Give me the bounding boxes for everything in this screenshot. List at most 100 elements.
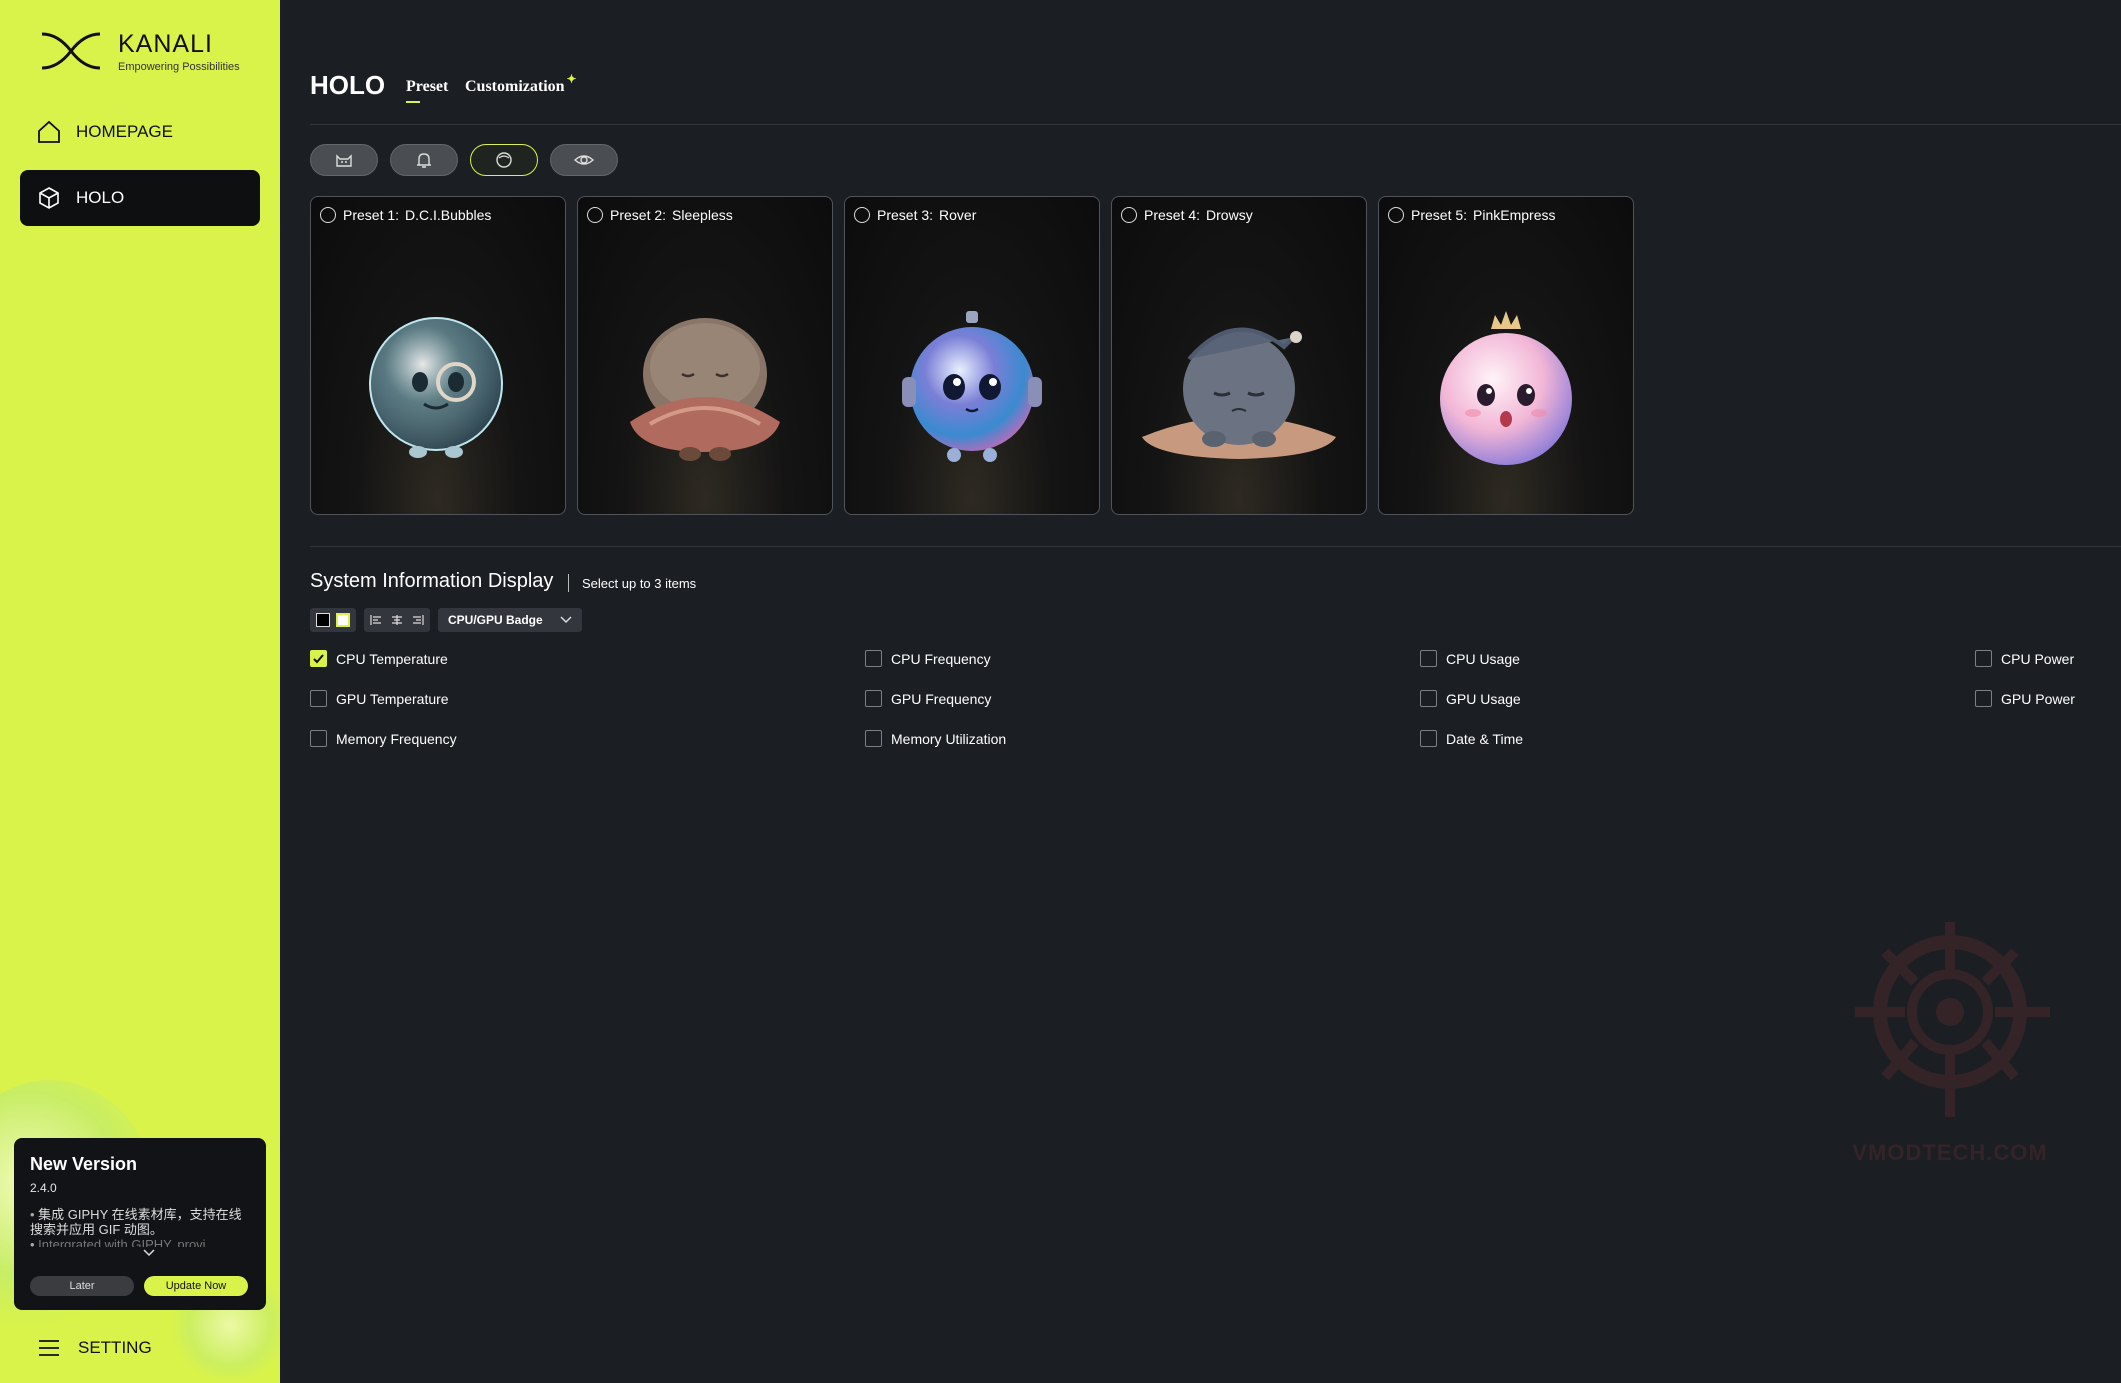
bubble-creature-icon <box>369 317 503 458</box>
preset-id: Preset 3: <box>877 207 934 223</box>
option-label: GPU Power <box>2001 690 2075 707</box>
watermark-text: VMODTECH.COM <box>1852 1140 2048 1165</box>
preset-radio[interactable] <box>587 207 603 223</box>
chevron-down-icon <box>560 616 572 624</box>
style-select[interactable]: CPU/GPU Badge <box>438 608 582 632</box>
tab-label: Customization <box>465 78 565 95</box>
preset-card-2[interactable]: Preset 2: Sleepless <box>577 196 833 515</box>
logo: KANALI Empowering Possibilities <box>40 28 240 74</box>
watermark-emblem-icon <box>1855 922 2050 1117</box>
brand-name: KANALI <box>118 29 213 58</box>
brand-tagline: Empowering Possibilities <box>118 60 240 73</box>
checkbox[interactable] <box>1420 650 1437 667</box>
checkbox[interactable] <box>310 730 327 747</box>
preset-id: Preset 5: <box>1411 207 1468 223</box>
option-label: Date & Time <box>1446 730 1524 747</box>
option-label: CPU Power <box>2001 650 2075 667</box>
divider <box>310 546 2121 547</box>
preset-name: PinkEmpress <box>1473 207 1556 223</box>
align-left-icon[interactable] <box>370 614 384 626</box>
checkbox[interactable] <box>865 690 882 707</box>
option-memory-utilization[interactable]: Memory Utilization <box>865 730 1006 747</box>
update-now-button[interactable]: Update Now <box>144 1276 248 1296</box>
later-button[interactable]: Later <box>30 1276 134 1296</box>
drowsy-creature-icon <box>1142 327 1336 459</box>
checkbox[interactable] <box>1420 690 1437 707</box>
option-label: GPU Usage <box>1446 690 1521 707</box>
category-eye-button[interactable] <box>550 144 618 176</box>
update-notes[interactable]: 集成 GIPHY 在线素材库，支持在线搜索并应用 GIF 动图。 Intergr… <box>30 1207 250 1247</box>
system-info-title: System Information Display <box>310 570 554 592</box>
option-gpu-frequency[interactable]: GPU Frequency <box>865 690 991 707</box>
option-label: Memory Utilization <box>891 730 1007 747</box>
chevron-down-icon[interactable] <box>142 1248 156 1258</box>
sparkle-icon: ✦ <box>566 72 577 86</box>
align-right-icon[interactable] <box>410 614 424 626</box>
preset-radio[interactable] <box>854 207 870 223</box>
sidebar-item-holo[interactable]: HOLO <box>20 170 260 226</box>
tab-customization[interactable]: Customization ✦ <box>465 72 577 96</box>
cat-icon <box>336 154 352 167</box>
option-label: Memory Frequency <box>336 730 457 747</box>
checkbox[interactable] <box>865 730 882 747</box>
preset-name: Rover <box>939 207 977 223</box>
menu-icon <box>39 1340 59 1356</box>
check-icon <box>313 654 324 664</box>
option-gpu-usage[interactable]: GPU Usage <box>1420 690 1521 707</box>
setting-button[interactable]: SETTING <box>38 1338 152 1358</box>
page-title: HOLO <box>310 70 386 100</box>
update-note: Intergrated with GIPHY, provi <box>30 1237 250 1247</box>
pink-empress-creature-icon <box>1440 311 1572 465</box>
sidebar-item-homepage[interactable]: HOMEPAGE <box>20 104 260 160</box>
option-gpu-temperature[interactable]: GPU Temperature <box>310 690 449 707</box>
checkbox[interactable] <box>310 690 327 707</box>
option-cpu-frequency[interactable]: CPU Frequency <box>865 650 991 667</box>
option-memory-frequency[interactable]: Memory Frequency <box>310 730 457 747</box>
orb-icon <box>496 152 512 168</box>
update-notification: New Version 2.4.0 集成 GIPHY 在线素材库，支持在线搜索并… <box>14 1138 266 1310</box>
color-toggle <box>310 608 356 632</box>
preset-name: D.C.I.Bubbles <box>405 207 492 223</box>
sidebar-item-label: HOLO <box>76 188 125 207</box>
option-cpu-power[interactable]: CPU Power <box>1975 650 2074 667</box>
update-version: 2.4.0 <box>30 1181 57 1195</box>
eye-icon <box>574 155 594 165</box>
category-cat-button[interactable] <box>310 144 378 176</box>
watermark: VMODTECH.COM <box>1835 912 2065 1172</box>
option-label: CPU Usage <box>1446 650 1520 667</box>
update-note: 集成 GIPHY 在线素材库，支持在线搜索并应用 GIF 动图。 <box>30 1207 250 1237</box>
option-gpu-power[interactable]: GPU Power <box>1975 690 2075 707</box>
category-orb-button[interactable] <box>470 144 538 176</box>
checkbox[interactable] <box>1420 730 1437 747</box>
option-date-time[interactable]: Date & Time <box>1420 730 1523 747</box>
preset-card-4[interactable]: Preset 4: Drowsy <box>1111 196 1367 515</box>
option-label: GPU Temperature <box>336 690 449 707</box>
preset-card-5[interactable]: Preset 5: PinkEmpress <box>1378 196 1634 515</box>
preset-name: Sleepless <box>672 207 733 223</box>
update-title: New Version <box>30 1154 138 1174</box>
rover-creature-icon <box>902 311 1042 462</box>
option-label: CPU Frequency <box>891 650 991 667</box>
preset-card-3[interactable]: Preset 3: Rover <box>844 196 1100 515</box>
color-swatch-white[interactable] <box>336 613 350 627</box>
preset-radio[interactable] <box>1388 207 1404 223</box>
checkbox[interactable] <box>1975 650 1992 667</box>
category-bell-button[interactable] <box>390 144 458 176</box>
alignment-toggle <box>364 608 430 632</box>
preset-radio[interactable] <box>1121 207 1137 223</box>
preset-card-1[interactable]: Preset 1: D.C.I.Bubbles <box>310 196 566 515</box>
kanali-logo-icon <box>41 32 101 70</box>
option-cpu-usage[interactable]: CPU Usage <box>1420 650 1520 667</box>
sidebar: KANALI Empowering Possibilities HOMEPAGE… <box>0 0 280 1383</box>
preset-radio[interactable] <box>320 207 336 223</box>
checkbox[interactable] <box>865 650 882 667</box>
checkbox[interactable] <box>1975 690 1992 707</box>
preset-id: Preset 4: <box>1144 207 1201 223</box>
color-swatch-black[interactable] <box>316 613 330 627</box>
checkbox[interactable] <box>310 650 327 667</box>
tab-preset[interactable]: Preset <box>406 78 448 103</box>
option-cpu-temperature[interactable]: CPU Temperature <box>310 650 448 667</box>
divider <box>568 574 569 592</box>
divider <box>310 124 2121 125</box>
align-center-icon[interactable] <box>390 614 404 626</box>
